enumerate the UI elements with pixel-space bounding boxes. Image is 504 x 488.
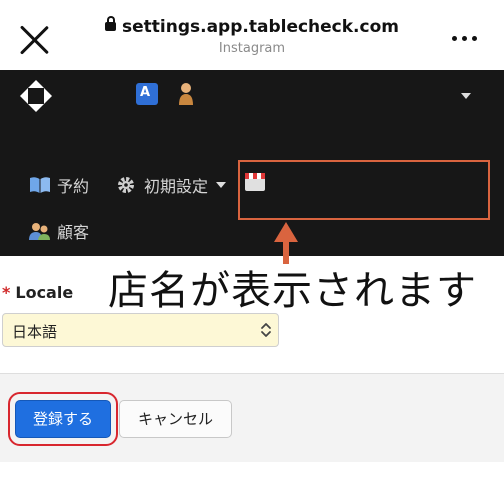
nav-settings-label: 初期設定	[144, 177, 209, 196]
required-mark: *	[2, 283, 11, 302]
nav-customers[interactable]: 顧客	[29, 219, 89, 243]
translate-icon[interactable]	[136, 83, 158, 105]
nav-customers-label: 顧客	[57, 223, 90, 242]
url-area[interactable]: settings.app.tablecheck.com Instagram	[100, 16, 404, 56]
url-text: settings.app.tablecheck.com	[122, 17, 399, 37]
locale-label-text: Locale	[15, 283, 74, 302]
user-menu-caret-icon[interactable]	[461, 93, 471, 99]
locale-label: * Locale	[2, 283, 73, 302]
submit-button[interactable]: 登録する	[15, 400, 111, 438]
tablecheck-logo[interactable]	[19, 79, 53, 113]
source-app-label: Instagram	[218, 41, 286, 56]
nav-reservations[interactable]: 予約	[29, 173, 89, 197]
up-arrow-icon	[274, 222, 298, 242]
store-name[interactable]	[278, 175, 480, 193]
book-icon	[29, 175, 51, 195]
nav-reservations-label: 予約	[57, 177, 90, 196]
store-icon	[245, 173, 265, 191]
user-icon	[179, 83, 193, 105]
lock-icon	[105, 16, 116, 31]
browser-top-bar: settings.app.tablecheck.com Instagram	[0, 0, 504, 70]
user-name[interactable]	[202, 86, 454, 104]
nav-settings[interactable]: 初期設定	[116, 173, 227, 197]
cancel-button[interactable]: キャンセル	[119, 400, 232, 438]
customers-icon	[29, 221, 51, 241]
close-icon[interactable]	[16, 22, 52, 58]
settings-caret-icon	[216, 182, 227, 188]
locale-select-value: 日本語	[12, 323, 58, 341]
more-icon[interactable]	[452, 36, 478, 42]
locale-select[interactable]: 日本語	[2, 313, 279, 347]
gear-icon	[116, 175, 138, 195]
annotation-callout: 店名が表示されます	[108, 268, 477, 314]
chevron-updown-icon	[261, 323, 271, 337]
